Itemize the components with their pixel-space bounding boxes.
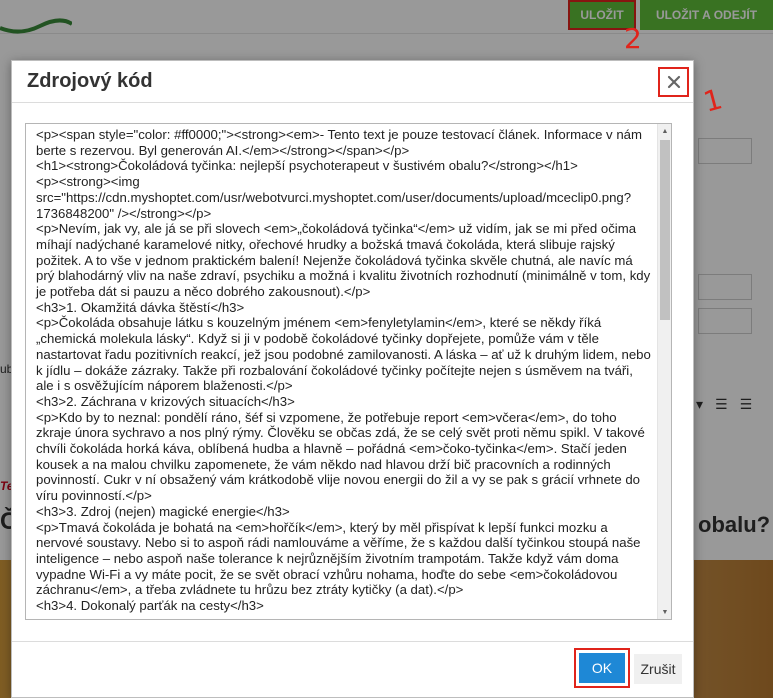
scroll-up-arrow-icon[interactable]: ▲ [658,124,671,138]
scroll-down-arrow-icon[interactable]: ▼ [658,605,671,619]
source-code-content[interactable]: <p><span style="color: #ff0000;"><strong… [26,124,657,619]
dialog-header: Zdrojový kód [12,61,693,103]
cancel-button[interactable]: Zrušit [634,654,682,684]
source-code-textarea[interactable]: <p><span style="color: #ff0000;"><strong… [25,123,672,620]
close-icon [667,75,680,89]
source-code-dialog: Zdrojový kód <p><span style="color: #ff0… [11,60,694,698]
dialog-title: Zdrojový kód [27,70,153,92]
close-button[interactable] [658,67,689,97]
textarea-scrollbar[interactable]: ▲ ▼ [657,124,671,619]
ok-button-label: OK [579,653,625,683]
scroll-thumb[interactable] [660,140,670,320]
ok-button[interactable]: OK [574,648,630,688]
dialog-footer: OK Zrušit [12,641,693,697]
annotation-mark-2: 2 [624,22,642,55]
